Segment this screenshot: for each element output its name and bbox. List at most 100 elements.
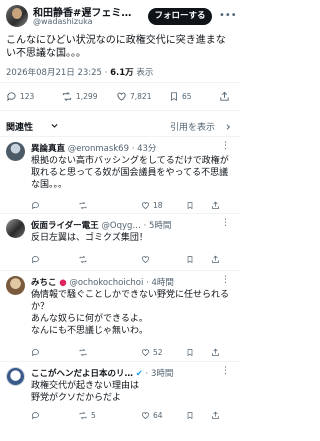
reply-author-name[interactable]: みちこ (31, 278, 57, 288)
reply-handle-time: @Oqyg… · 5時間 (101, 221, 172, 231)
reply-action[interactable] (31, 345, 40, 359)
reply-author-name[interactable]: 異論真直 (31, 144, 65, 154)
repost-action[interactable] (78, 198, 91, 212)
share-icon (220, 91, 229, 101)
post-text: こんなにひどい状況なのに政権交代に突き進まない不思議な国。。。 (6, 35, 226, 59)
heart-icon (142, 348, 149, 356)
heart-icon (142, 411, 149, 419)
repost-icon (62, 91, 72, 101)
share-action[interactable] (211, 198, 220, 212)
share-icon (212, 411, 219, 419)
heart-icon (117, 92, 126, 101)
like-action[interactable]: 64 (141, 408, 163, 422)
bookmark-action[interactable] (186, 408, 194, 422)
repost-action[interactable]: 1,299 (61, 89, 97, 103)
share-icon (212, 255, 219, 263)
reply-icon (31, 348, 39, 356)
repost-count: 5 (91, 410, 96, 420)
reply-author-name[interactable]: 仮面ライダー電王 (31, 221, 99, 231)
more-options-icon[interactable]: ⋮ (221, 366, 230, 376)
reply-item[interactable]: みちこ ● @ochokochoichoi · 4時間 ⋮ 偽情報で騒ぐことしか… (0, 271, 240, 361)
reply-item[interactable]: 異論真直 @eronmask69 · 43分 ⋮ 根拠のない高市バッシングをして… (0, 137, 240, 213)
reply-text: 偽情報で騒ぐことしかできない野党に任せられるか？ あんな奴らに何ができるよ。 な… (31, 290, 230, 336)
reply-icon (31, 255, 39, 263)
more-options-icon[interactable]: ⋮ (221, 275, 230, 285)
like-action[interactable] (141, 252, 153, 266)
avatar[interactable] (6, 276, 25, 295)
like-action[interactable]: 18 (141, 198, 163, 212)
reply-action[interactable] (31, 198, 40, 212)
more-options-icon[interactable]: ••• (219, 9, 237, 23)
share-action[interactable] (211, 408, 220, 422)
bookmark-icon (187, 201, 193, 209)
reply-actions: 18 (31, 198, 235, 212)
reply-item[interactable]: 仮面ライダー電王 @Oqyg… · 5時間 ⋮ 反日左翼は、ゴミクズ集団！ (0, 214, 240, 270)
bookmark-icon (187, 255, 193, 263)
repost-action[interactable]: 5 (78, 408, 96, 422)
reply-header: 異論真直 @eronmask69 · 43分 (31, 142, 235, 154)
reply-action[interactable]: 123 (6, 89, 34, 103)
view-quotes-link[interactable]: 引用を表示 (170, 120, 215, 133)
reply-text: 根拠のない高市バッシングをしてるだけで政権が取れると思ってる奴が国会議員をやって… (31, 156, 229, 190)
reply-actions: 5 64 (31, 408, 235, 422)
share-action[interactable] (211, 345, 220, 359)
repost-icon (79, 201, 87, 209)
repost-icon (79, 411, 87, 419)
reply-text: 反日左翼は、ゴミクズ集団！ (31, 233, 148, 243)
bookmark-action[interactable]: 65 (169, 89, 192, 103)
verified-badge-icon: ✔ (135, 369, 143, 379)
reply-actions: 52 (31, 345, 235, 359)
reply-icon (31, 201, 39, 209)
page: 和田静香#遅フェミな… @wadashizuka フォローする ••• こんなに… (0, 0, 240, 441)
share-icon (212, 348, 219, 356)
heart-icon (142, 201, 149, 209)
like-count: 18 (153, 200, 163, 210)
post-meta: 2026年08月21日 23:25 · 6.1万 表示 (6, 66, 234, 78)
like-action[interactable]: 52 (141, 345, 163, 359)
reply-action[interactable] (31, 252, 40, 266)
flag-icon: ● (59, 278, 67, 288)
bookmark-icon (171, 91, 177, 101)
sort-relevance-button[interactable]: 関連性 (6, 120, 33, 133)
reply-action[interactable] (31, 408, 40, 422)
reply-item[interactable]: ここがヘンだよ日本のリ… ✔ · 3時間 ⋮ 政権交代が起きない理由は 野党がク… (0, 362, 240, 441)
like-count: 7,821 (130, 91, 152, 101)
avatar[interactable] (6, 142, 25, 161)
bookmark-icon (187, 411, 193, 419)
reply-icon (31, 411, 39, 419)
bookmark-action[interactable] (186, 345, 194, 359)
follow-button[interactable]: フォローする (148, 8, 212, 25)
bookmark-action[interactable] (186, 252, 194, 266)
reply-actions (31, 252, 235, 266)
share-action[interactable] (211, 252, 220, 266)
reply-handle-time: · 3時間 (145, 369, 174, 379)
chevron-down-icon[interactable] (50, 121, 59, 130)
post-actions: 123 1,299 7,821 65 (0, 89, 240, 103)
reply-text: 政権交代が起きない理由は 野党がクソだからだよ (31, 381, 140, 403)
share-icon (212, 201, 219, 209)
repost-icon (79, 348, 87, 356)
views-count: 6.1万 (110, 68, 134, 78)
repost-action[interactable] (78, 252, 91, 266)
reply-count: 123 (20, 91, 35, 101)
more-options-icon[interactable]: ⋮ (221, 218, 230, 228)
reply-author-name[interactable]: ここがヘンだよ日本のリ… (31, 369, 133, 379)
heart-icon (142, 255, 149, 263)
like-action[interactable]: 7,821 (116, 89, 151, 103)
reply-header: みちこ ● @ochokochoichoi · 4時間 (31, 276, 235, 288)
author-avatar[interactable] (6, 5, 28, 27)
avatar[interactable] (6, 219, 25, 238)
bookmark-action[interactable] (186, 198, 194, 212)
post-timestamp: 2026年08月21日 23:25 · (6, 68, 111, 78)
chevron-right-icon[interactable] (224, 123, 232, 131)
author-handle[interactable]: @wadashizuka (33, 17, 93, 26)
bookmark-icon (187, 348, 193, 356)
avatar[interactable] (6, 367, 25, 386)
more-options-icon[interactable]: ⋮ (221, 141, 230, 151)
divider (0, 110, 240, 111)
share-action[interactable] (219, 89, 230, 103)
views-label: 表示 (133, 68, 154, 78)
repost-action[interactable] (78, 345, 91, 359)
like-count: 52 (153, 347, 163, 357)
reply-handle-time: @ochokochoichoi · 4時間 (69, 278, 174, 288)
